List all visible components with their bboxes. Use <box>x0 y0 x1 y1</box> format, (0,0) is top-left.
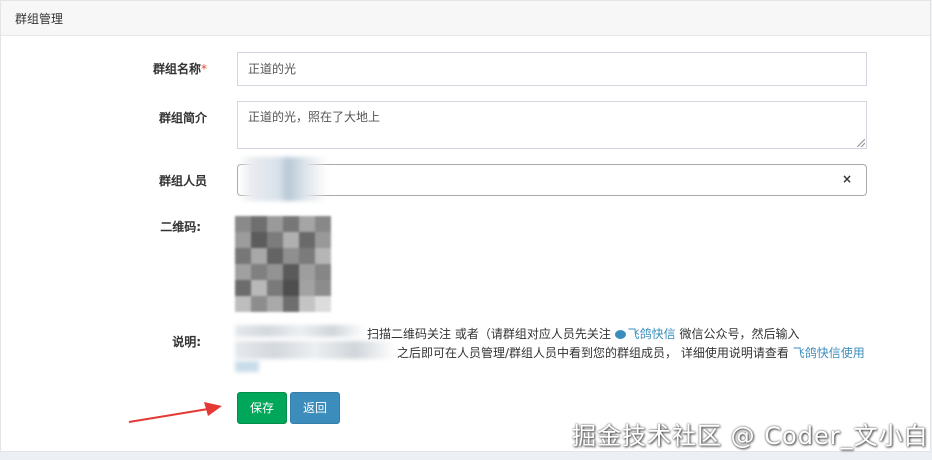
qrcode-label: 二维码: <box>160 220 201 234</box>
note-line-1: 扫描二维码关注 或者（请群组对应人员先关注 飞鸽快信 微信公众号，然后输入 <box>367 325 800 342</box>
watermark: 掘金技术社区 @ Coder_文小白 <box>572 422 929 450</box>
blurred-text-3 <box>235 361 259 372</box>
group-members-select[interactable]: × <box>237 157 867 201</box>
clear-icon[interactable]: × <box>842 172 852 186</box>
blurred-text-2 <box>235 341 395 359</box>
group-intro-textarea[interactable]: 正道的光，照在了大地上 <box>237 101 867 149</box>
wechat-icon <box>614 330 626 339</box>
group-management-panel: 群组管理 群组名称* 正道的光 群组简介 正道的光，照在了大地上 群组人员 × … <box>0 0 931 452</box>
group-members-label: 群组人员 <box>158 174 207 188</box>
feige-usage-link[interactable]: 飞鸽快信使用 <box>793 346 865 360</box>
red-arrow-annotation <box>128 402 222 423</box>
note-label: 说明: <box>172 335 201 349</box>
blurred-text <box>235 325 365 337</box>
group-name-label: 群组名称* <box>97 60 207 77</box>
save-button[interactable]: 保存 <box>237 392 287 424</box>
group-name-label-text: 群组名称 <box>152 62 201 76</box>
note-line-2-text: 之后即可在人员管理/群组人员中看到您的群组成员， 详细使用说明请查看 <box>397 346 789 360</box>
note-line-1-tail: 微信公众号，然后输入 <box>679 327 800 341</box>
resize-grip-icon[interactable] <box>857 139 865 147</box>
feige-link-text: 飞鸽快信 <box>627 327 676 341</box>
qrcode-image-blurred <box>235 216 331 312</box>
panel-title: 群组管理 <box>15 12 64 26</box>
feige-link[interactable]: 飞鸽快信 <box>614 327 676 341</box>
panel-header: 群组管理 <box>1 1 930 36</box>
note-line-2: 之后即可在人员管理/群组人员中看到您的群组成员， 详细使用说明请查看 飞鸽快信使… <box>397 344 865 361</box>
note-line-1-text: 扫描二维码关注 或者（请群组对应人员先关注 <box>367 327 611 341</box>
group-name-input[interactable]: 正道的光 <box>237 52 867 86</box>
back-button[interactable]: 返回 <box>290 392 340 424</box>
required-mark: * <box>201 62 207 76</box>
group-intro-label: 群组简介 <box>158 111 207 125</box>
selected-member-chip-blurred <box>238 157 328 201</box>
group-intro-text: 正道的光，照在了大地上 <box>248 110 381 124</box>
